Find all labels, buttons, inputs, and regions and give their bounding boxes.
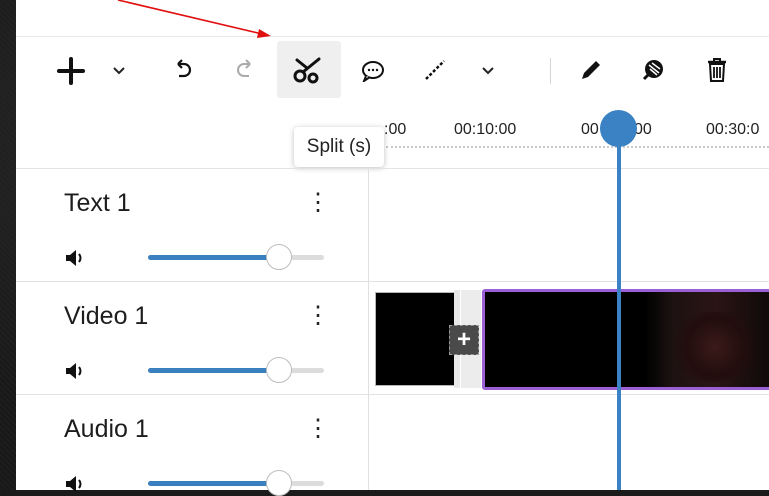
annotation-arrow: [117, 0, 271, 38]
